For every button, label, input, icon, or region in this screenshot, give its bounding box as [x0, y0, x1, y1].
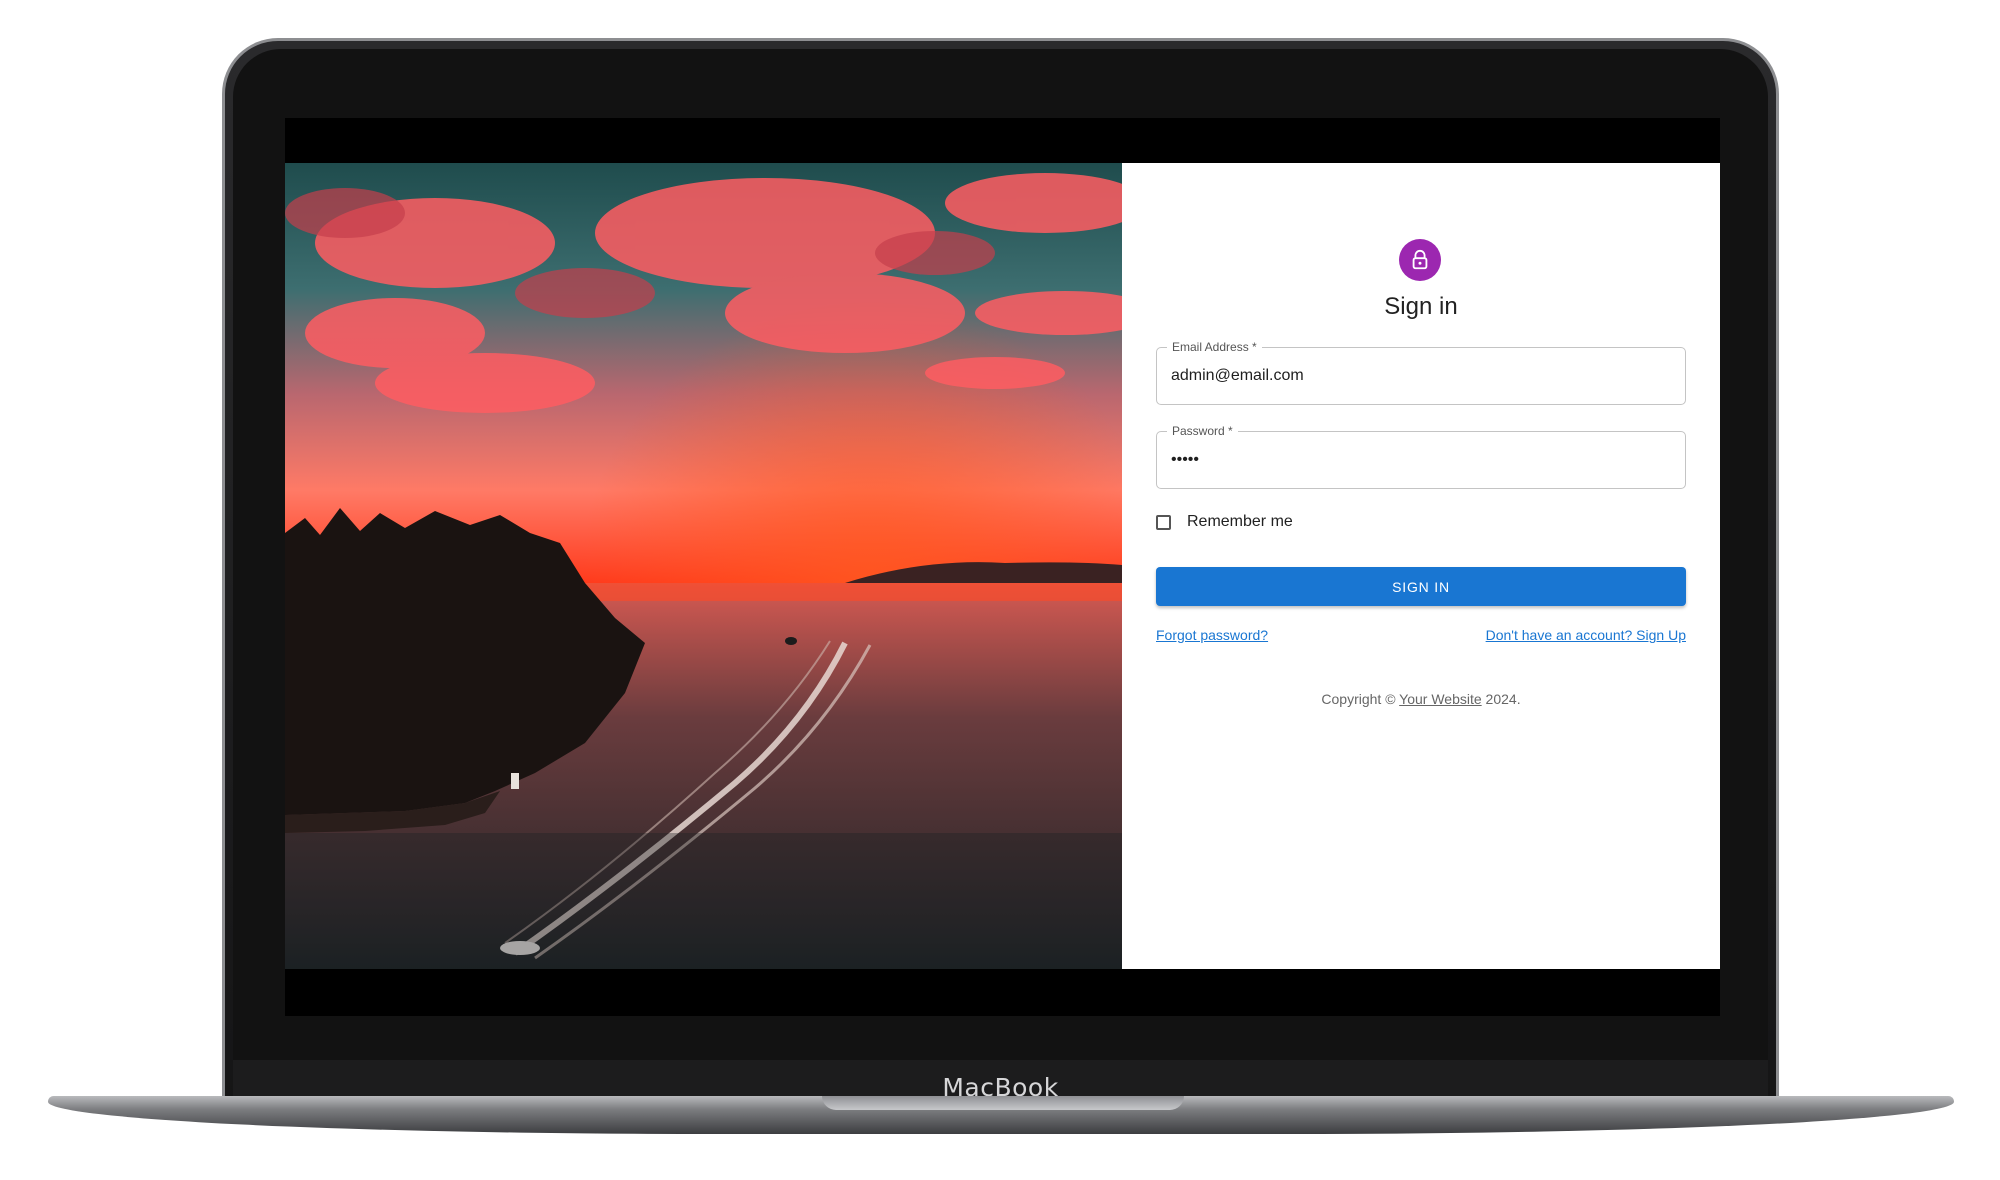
laptop-screen: Sign in Email Address * Password * Remem… — [285, 118, 1720, 1016]
remember-me-label: Remember me — [1187, 513, 1293, 530]
login-page: Sign in Email Address * Password * Remem… — [285, 163, 1720, 969]
password-field[interactable]: Password * — [1156, 423, 1686, 489]
copyright-suffix: 2024. — [1481, 691, 1521, 707]
lock-icon — [1412, 249, 1428, 270]
remember-me-row[interactable]: Remember me — [1156, 513, 1293, 531]
email-input[interactable] — [1171, 348, 1671, 404]
copyright-footer: Copyright © Your Website 2024. — [1122, 691, 1720, 707]
password-input[interactable] — [1171, 432, 1671, 488]
hero-image — [285, 163, 1122, 969]
forgot-password-link[interactable]: Forgot password? — [1156, 627, 1268, 643]
lock-avatar — [1399, 239, 1441, 281]
signin-panel: Sign in Email Address * Password * Remem… — [1122, 163, 1720, 969]
sign-in-button[interactable]: SIGN IN — [1156, 567, 1686, 606]
email-field[interactable]: Email Address * — [1156, 339, 1686, 405]
copyright-prefix: Copyright © — [1321, 691, 1400, 707]
laptop-mockup: MacBook Sign in Email Address * admin@em… — [0, 0, 2000, 1180]
sunset-bay-photo — [285, 163, 1122, 969]
remember-me-checkbox[interactable] — [1156, 514, 1171, 530]
sign-up-link[interactable]: Don't have an account? Sign Up — [1486, 627, 1686, 643]
website-link[interactable]: Your Website — [1399, 691, 1482, 707]
laptop-hinge-notch — [822, 1096, 1184, 1110]
page-title: Sign in — [1384, 293, 1458, 320]
